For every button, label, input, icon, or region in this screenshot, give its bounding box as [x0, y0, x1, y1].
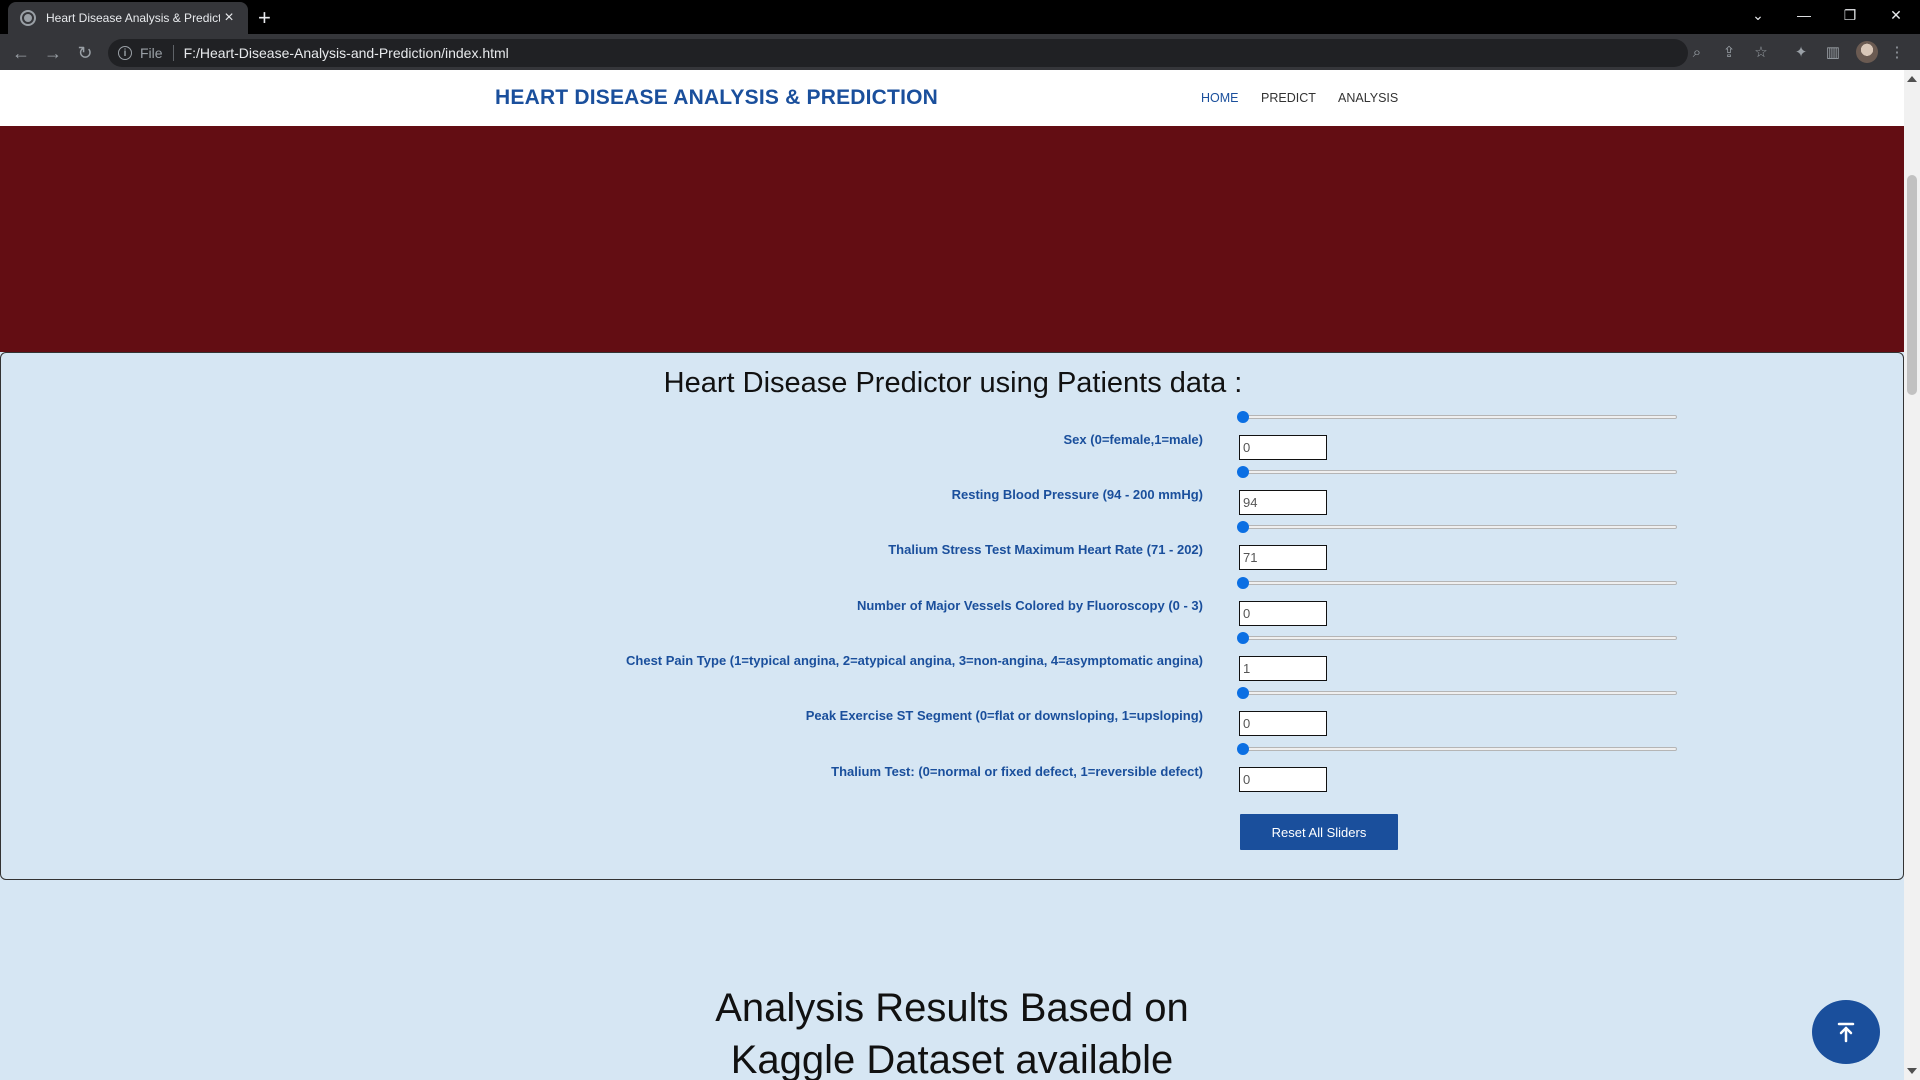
page-scrollbar[interactable]	[1904, 70, 1920, 1080]
back-button[interactable]: ←	[8, 40, 34, 66]
zoom-icon[interactable]: ⌕	[1687, 42, 1707, 62]
slider-sex[interactable]	[1237, 411, 1677, 423]
page-viewport: HEART DISEASE ANALYSIS & PREDICTION HOME…	[0, 70, 1904, 1080]
input-sex[interactable]: 0	[1239, 435, 1327, 460]
field-label-major-vessels: Number of Major Vessels Colored by Fluor…	[856, 598, 1203, 613]
reload-button[interactable]: ↻	[72, 40, 98, 66]
tab-search-icon[interactable]: ⌄	[1735, 0, 1781, 30]
analysis-heading-line1: Analysis Results Based on	[715, 986, 1189, 1030]
extensions-icon[interactable]: ✦	[1791, 42, 1811, 62]
profile-avatar[interactable]	[1856, 41, 1878, 63]
address-bar: ← → ↻ i File F:/Heart-Disease-Analysis-a…	[0, 34, 1920, 70]
tab-title: Heart Disease Analysis & Predicti	[46, 11, 220, 25]
menu-icon[interactable]: ⋮	[1887, 42, 1907, 62]
site-navbar: HEART DISEASE ANALYSIS & PREDICTION HOME…	[0, 70, 1904, 126]
slider-knob[interactable]	[1237, 577, 1249, 589]
analysis-heading: Analysis Results Based on Kaggle Dataset…	[0, 982, 1904, 1080]
scroll-to-top-button[interactable]	[1812, 1000, 1880, 1064]
url-scheme: File	[140, 45, 163, 61]
scroll-down-arrow-icon[interactable]	[1907, 1068, 1917, 1074]
window-close-button[interactable]: ✕	[1873, 0, 1919, 30]
slider-knob[interactable]	[1237, 466, 1249, 478]
input-thalium-test[interactable]: 0	[1239, 767, 1327, 792]
input-max-heart-rate[interactable]: 71	[1239, 545, 1327, 570]
url-text[interactable]: F:/Heart-Disease-Analysis-and-Prediction…	[184, 45, 509, 61]
slider-chest-pain[interactable]	[1237, 632, 1677, 644]
info-icon[interactable]: i	[118, 46, 132, 60]
predictor-panel: Heart Disease Predictor using Patients d…	[0, 352, 1904, 880]
field-label-thalium-test: Thalium Test: (0=normal or fixed defect,…	[831, 764, 1203, 779]
minimize-button[interactable]: —	[1781, 0, 1827, 30]
forward-button[interactable]: →	[40, 40, 66, 66]
bookmark-star-icon[interactable]: ☆	[1751, 42, 1771, 62]
input-chest-pain[interactable]: 1	[1239, 656, 1327, 681]
omnibox[interactable]: i File F:/Heart-Disease-Analysis-and-Pre…	[108, 39, 1688, 67]
input-major-vessels[interactable]: 0	[1239, 601, 1327, 626]
analysis-heading-line2: Kaggle Dataset available	[730, 1038, 1174, 1080]
field-label-sex: Sex (0=female,1=male)	[1063, 432, 1203, 447]
tab-close-icon[interactable]: ×	[220, 9, 238, 27]
field-label-blood-pressure: Resting Blood Pressure (94 - 200 mmHg)	[951, 487, 1203, 502]
share-icon[interactable]: ⇪	[1719, 42, 1739, 62]
reset-sliders-button[interactable]: Reset All Sliders	[1240, 814, 1398, 850]
field-label-chest-pain: Chest Pain Type (1=typical angina, 2=aty…	[626, 653, 1203, 668]
slider-knob[interactable]	[1237, 687, 1249, 699]
nav-link-home[interactable]: HOME	[1201, 91, 1239, 105]
input-st-segment[interactable]: 0	[1239, 711, 1327, 736]
new-tab-button[interactable]: +	[258, 5, 271, 31]
slider-knob[interactable]	[1237, 411, 1249, 423]
predictor-heading: Heart Disease Predictor using Patients d…	[663, 367, 1243, 399]
restore-button[interactable]: ❐	[1827, 0, 1873, 30]
site-brand[interactable]: HEART DISEASE ANALYSIS & PREDICTION	[495, 86, 938, 110]
browser-tab[interactable]: Heart Disease Analysis & Predicti ×	[8, 2, 248, 34]
slider-thalium-test[interactable]	[1237, 743, 1677, 755]
field-label-max-heart-rate: Thalium Stress Test Maximum Heart Rate (…	[888, 542, 1203, 557]
slider-st-segment[interactable]	[1237, 687, 1677, 699]
slider-major-vessels[interactable]	[1237, 577, 1677, 589]
slider-knob[interactable]	[1237, 521, 1249, 533]
side-panel-icon[interactable]: ▥	[1823, 42, 1843, 62]
globe-icon	[20, 10, 36, 26]
nav-link-predict[interactable]: PREDICT	[1261, 91, 1316, 105]
nav-link-analysis[interactable]: ANALYSIS	[1338, 91, 1398, 105]
slider-knob[interactable]	[1237, 743, 1249, 755]
scroll-up-arrow-icon[interactable]	[1907, 76, 1917, 82]
browser-tabbar: Heart Disease Analysis & Predicti × + ⌄ …	[0, 0, 1920, 34]
arrow-up-to-line-icon	[1837, 1022, 1855, 1043]
omnibox-divider	[172, 45, 174, 61]
input-blood-pressure[interactable]: 94	[1239, 490, 1327, 515]
field-label-st-segment: Peak Exercise ST Segment (0=flat or down…	[805, 708, 1203, 723]
scrollbar-thumb[interactable]	[1907, 175, 1917, 395]
slider-max-heart-rate[interactable]	[1237, 521, 1677, 533]
slider-knob[interactable]	[1237, 632, 1249, 644]
slider-blood-pressure[interactable]	[1237, 466, 1677, 478]
